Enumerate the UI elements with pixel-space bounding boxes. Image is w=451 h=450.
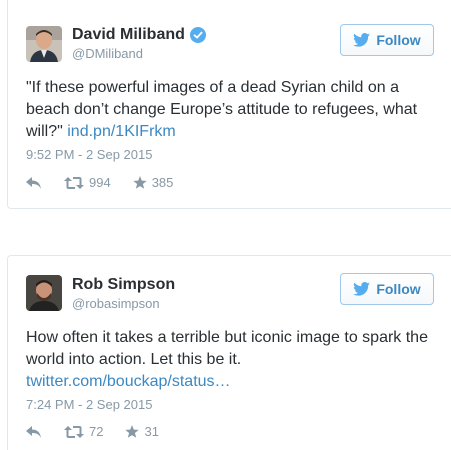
twitter-bird-icon	[353, 282, 371, 296]
favorite-count: 385	[151, 175, 174, 190]
name-row: David Miliband	[72, 26, 206, 44]
handle[interactable]: @DMiliband	[72, 46, 143, 62]
retweet-button[interactable]: 72	[64, 424, 103, 439]
star-icon	[133, 175, 147, 189]
display-name[interactable]: Rob Simpson	[72, 276, 175, 294]
tweet-link[interactable]: twitter.com/bouckap/status…	[26, 373, 231, 390]
reply-icon	[26, 176, 41, 189]
tweet-text: "If these powerful images of a dead Syri…	[26, 77, 436, 143]
retweet-count: 72	[89, 424, 104, 439]
tweet-body: How often it takes a terrible but iconic…	[26, 329, 428, 368]
reply-button[interactable]	[26, 425, 42, 438]
follow-label: Follow	[376, 32, 421, 48]
reply-button[interactable]	[26, 176, 42, 189]
retweet-button[interactable]: 994	[64, 175, 111, 190]
timestamp[interactable]: 7:24 PM - 2 Sep 2015	[26, 397, 152, 412]
timestamp[interactable]: 9:52 PM - 2 Sep 2015	[26, 147, 152, 162]
display-name[interactable]: David Miliband	[72, 26, 185, 44]
favorite-button[interactable]: 31	[125, 424, 159, 439]
reply-icon	[26, 425, 41, 438]
tweet-text: How often it takes a terrible but iconic…	[26, 327, 436, 393]
favorite-count: 31	[144, 424, 159, 439]
star-icon	[125, 424, 140, 438]
retweet-icon	[64, 176, 84, 189]
follow-label: Follow	[376, 281, 421, 297]
follow-button[interactable]: Follow	[340, 24, 434, 56]
name-row: Rob Simpson	[72, 276, 175, 294]
retweet-count: 994	[89, 175, 111, 190]
avatar[interactable]	[26, 26, 62, 62]
tweet-card-miliband: David Miliband @DMiliband Follow "If the…	[7, 0, 451, 209]
tweet-link[interactable]: ind.pn/1KIFrkm	[67, 123, 175, 140]
tweet-card-simpson: Rob Simpson @robasimpson Follow How ofte…	[7, 255, 451, 450]
avatar[interactable]	[26, 275, 62, 311]
favorite-button[interactable]: 385	[133, 175, 174, 190]
tweet-actions: 994 385	[26, 175, 173, 190]
twitter-bird-icon	[353, 33, 371, 47]
handle[interactable]: @robasimpson	[72, 296, 160, 312]
verified-badge-icon	[189, 27, 206, 43]
retweet-icon	[64, 425, 84, 438]
follow-button[interactable]: Follow	[340, 273, 434, 305]
tweet-actions: 72 31	[26, 424, 159, 439]
